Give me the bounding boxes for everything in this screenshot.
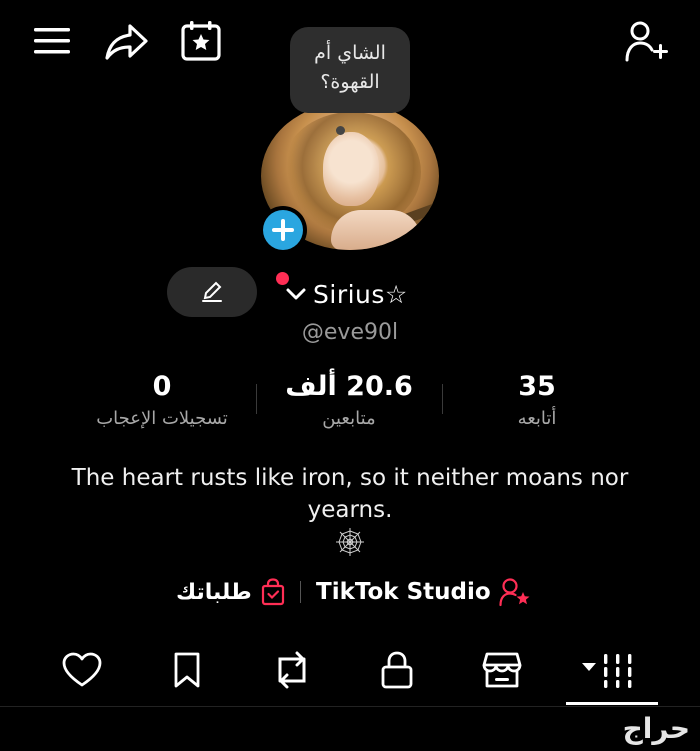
- plus-icon: [272, 219, 294, 241]
- following-label: أتابعه: [517, 408, 557, 429]
- likes-label: تسجيلات الإعجاب: [96, 408, 228, 429]
- active-tab-indicator: [566, 702, 658, 705]
- lock-icon: [381, 651, 413, 689]
- display-name: Sirius☆: [313, 279, 408, 309]
- chevron-down-icon: [286, 288, 306, 300]
- followers-stat[interactable]: 20.6 ألف متابعين: [249, 370, 449, 429]
- avatar-add-button[interactable]: [259, 206, 307, 254]
- likes-count: 0: [152, 371, 172, 402]
- grid-icon: [582, 654, 632, 688]
- likes-stat[interactable]: 0 تسجيلات الإعجاب: [62, 370, 262, 429]
- account-switcher[interactable]: Sirius☆: [285, 278, 408, 310]
- tiktok-studio-label: TikTok Studio: [316, 579, 491, 605]
- calendar-star-icon: [181, 21, 221, 61]
- spider-web-icon: [334, 526, 366, 558]
- note-bubble-tail: [336, 126, 345, 135]
- following-stat[interactable]: 35 أتابعه: [437, 370, 637, 429]
- watermark: حراج: [622, 712, 690, 745]
- creator-star-icon: [499, 578, 530, 607]
- note-text: الشاي أم القهوة؟: [314, 42, 386, 93]
- shopping-bag-icon: [261, 578, 284, 606]
- bio-text: The heart rusts like iron, so it neither…: [71, 465, 629, 523]
- tab-videos[interactable]: [580, 648, 640, 692]
- add-user-icon: [625, 21, 668, 62]
- followers-count: 20.6 ألف: [285, 371, 413, 402]
- calendar-button[interactable]: [180, 20, 222, 62]
- orders-label: طلباتك: [176, 579, 252, 605]
- bookmark-icon: [174, 652, 200, 688]
- tab-reposts[interactable]: [268, 648, 316, 692]
- tab-liked[interactable]: [58, 648, 106, 692]
- repost-icon: [278, 651, 306, 689]
- share-button[interactable]: [104, 22, 148, 62]
- tab-divider: [0, 706, 700, 707]
- menu-button[interactable]: [32, 24, 72, 58]
- share-icon: [105, 24, 148, 60]
- orders-link[interactable]: طلباتك: [176, 575, 286, 609]
- tiktok-studio-link[interactable]: TikTok Studio: [316, 575, 531, 609]
- heart-icon: [62, 652, 102, 687]
- username: @eve90l: [301, 320, 399, 345]
- tab-favorites[interactable]: [163, 648, 211, 692]
- menu-icon: [34, 28, 70, 54]
- following-count: 35: [518, 371, 556, 402]
- shop-icon: [482, 652, 522, 688]
- add-friends-button[interactable]: [624, 20, 670, 62]
- note-bubble[interactable]: الشاي أم القهوة؟: [290, 27, 410, 113]
- tab-shop[interactable]: [478, 648, 526, 692]
- link-divider: [300, 581, 301, 603]
- edit-profile-button[interactable]: [167, 267, 257, 317]
- pencil-icon: [202, 281, 222, 302]
- followers-label: متابعين: [322, 408, 376, 429]
- tab-private[interactable]: [373, 648, 421, 692]
